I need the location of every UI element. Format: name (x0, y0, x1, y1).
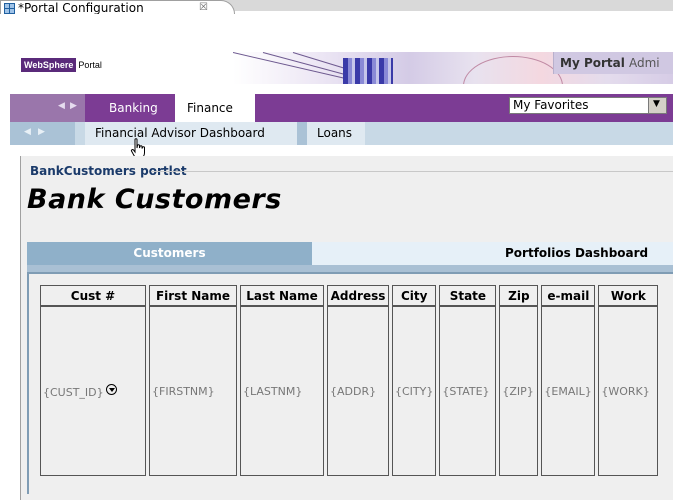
editor-tab-portal-configuration[interactable]: *Portal Configuration ☒ (0, 0, 235, 15)
column-header-cust-id: Cust # (40, 285, 146, 306)
cell-email: {EMAIL} (541, 306, 596, 476)
subnav-separator (297, 122, 307, 145)
tab-portfolios-dashboard[interactable]: Portfolios Dashboard (312, 242, 673, 265)
top-nav-scroll: ◀ ▶ (10, 94, 85, 122)
sub-navigation: ◀ ▶ Financial Advisor Dashboard Loans (10, 122, 673, 145)
favorites-select[interactable]: My Favorites ▼ (509, 97, 667, 114)
editor-tab-title: *Portal Configuration (18, 1, 144, 15)
chevron-right-icon[interactable]: ▶ (70, 101, 77, 111)
cell-first-name: {FIRSTNM} (149, 306, 237, 476)
favorites-dropdown-button[interactable]: ▼ (648, 98, 666, 113)
portlet-title-divider (151, 171, 673, 172)
cell-cust-id-value: {CUST_ID} (43, 385, 104, 399)
dropdown-arrow-icon: ▼ (653, 99, 660, 109)
column-header-address: Address (327, 285, 389, 306)
cell-last-name: {LASTNM} (240, 306, 324, 476)
top-navigation: ◀ ▶ Banking Finance My Favorites ▼ (10, 94, 673, 122)
cell-zip: {ZIP} (499, 306, 539, 476)
cell-address: {ADDR} (327, 306, 389, 476)
column-header-zip: Zip (499, 285, 539, 306)
column-header-city: City (392, 285, 437, 306)
portlet-tabs: Customers Portfolios Dashboard (27, 242, 673, 272)
tab-customers[interactable]: Customers (27, 242, 312, 265)
administration-link[interactable]: Admi (629, 56, 660, 70)
page-title: Bank Customers (27, 184, 282, 215)
column-header-last-name: Last Name (240, 285, 324, 306)
close-icon[interactable]: ☒ (199, 1, 208, 15)
portlet-container: BankCustomers portlet Bank Customers Cus… (20, 156, 673, 500)
column-header-state: State (439, 285, 497, 306)
cell-city: {CITY} (392, 306, 437, 476)
chevron-left-icon[interactable]: ◀ (24, 127, 31, 137)
tab-banking[interactable]: Banking (85, 94, 175, 122)
tab-finance[interactable]: Finance (175, 94, 255, 122)
portal-links: My Portal Admi (553, 52, 673, 74)
my-portal-link[interactable]: My Portal (560, 56, 625, 70)
logo-brand: WebSphere (21, 58, 77, 72)
tab-financial-advisor-dashboard[interactable]: Financial Advisor Dashboard (85, 122, 297, 145)
sub-nav-scroll: ◀ ▶ (10, 122, 75, 145)
customers-table: Cust # First Name Last Name Address City… (40, 285, 659, 476)
cell-work: {WORK} (598, 306, 659, 476)
chevron-right-icon[interactable]: ▶ (38, 127, 45, 137)
favorites-select-value: My Favorites (513, 98, 589, 112)
column-header-first-name: First Name (149, 285, 237, 306)
table-header-row: Cust # First Name Last Name Address City… (40, 285, 659, 306)
column-header-work: Work (598, 285, 659, 306)
tab-loans[interactable]: Loans (307, 122, 365, 145)
portal-banner: WebSphere Portal My Portal Admi (0, 14, 673, 94)
chevron-left-icon[interactable]: ◀ (58, 101, 65, 111)
table-panel: Cust # First Name Last Name Address City… (27, 272, 673, 494)
portal-config-icon (4, 3, 15, 14)
cell-state: {STATE} (439, 306, 497, 476)
table-row: {CUST_ID} {FIRSTNM} {LASTNM} {ADDR} {CIT… (40, 306, 659, 476)
cell-cust-id[interactable]: {CUST_ID} (40, 306, 146, 476)
column-header-email: e-mail (541, 285, 596, 306)
websphere-portal-logo: WebSphere Portal (21, 58, 102, 72)
dropdown-circle-icon[interactable] (105, 383, 117, 395)
logo-product: Portal (78, 60, 102, 70)
